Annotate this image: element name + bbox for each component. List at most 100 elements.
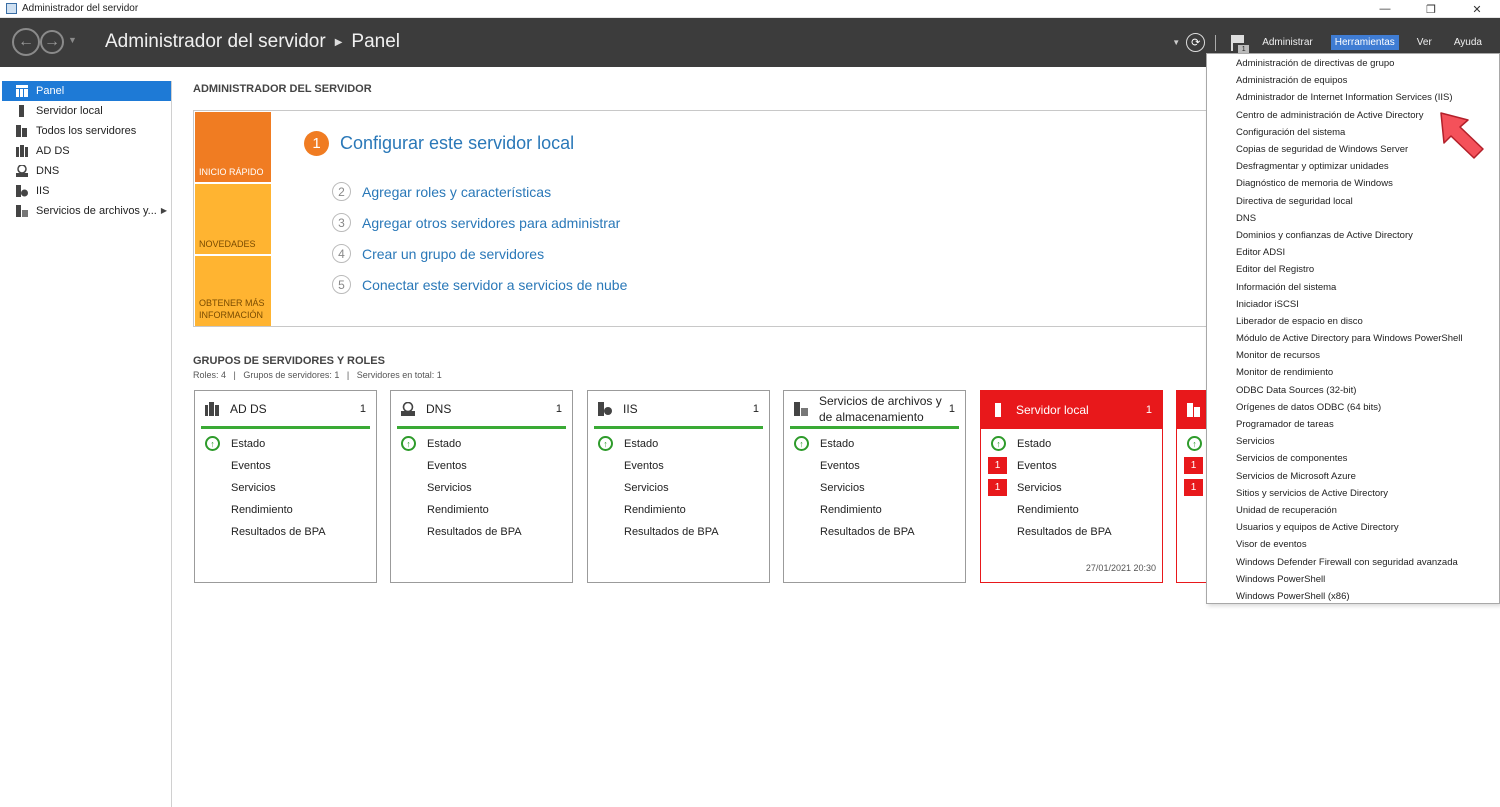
sidebar-item-servidor-local[interactable]: Servidor local [2,101,171,121]
card-header[interactable]: DNS 1 [397,391,566,429]
tools-menu-item[interactable]: Unidad de recuperación [1207,502,1499,519]
tile-novedades[interactable]: NOVEDADES [195,184,271,254]
tools-menu-item[interactable]: Visor de eventos [1207,536,1499,553]
card-title: Servidor local [1016,403,1089,417]
refresh-icon[interactable]: ⟳ [1186,33,1206,52]
card-header[interactable]: Servicios de archivos y de almacenamient… [790,391,959,429]
menu-administrar[interactable]: Administrar [1258,35,1317,50]
tools-menu-item[interactable]: Programador de tareas [1207,416,1499,433]
step-number: 4 [332,244,351,263]
tools-menu-item[interactable]: Directiva de seguridad local [1207,193,1499,210]
card-row-servicios[interactable]: Servicios [784,477,965,499]
forward-arrow-icon: → [44,33,60,50]
card-header[interactable]: Servidor local 1 [981,391,1162,429]
card-row-bpa[interactable]: Resultados de BPA [588,521,769,543]
menu-herramientas[interactable]: Herramientas [1330,35,1399,50]
restore-button[interactable]: ❐ [1408,0,1454,18]
card-row-estado[interactable]: ↑ Estado [588,433,769,455]
sidebar-item-panel[interactable]: Panel [2,81,171,101]
card-dns[interactable]: DNS 1 ↑ Estado Eventos Servicios Rendimie… [390,390,573,583]
card-row-estado[interactable]: ↑ Estado [981,433,1162,455]
tools-menu-item[interactable]: Administrador de Internet Information Se… [1207,89,1499,106]
sidebar-item-iis[interactable]: IIS [2,181,171,201]
tools-menu-item[interactable]: Servicios [1207,433,1499,450]
tools-menu-item[interactable]: DNS [1207,210,1499,227]
sidebar-item-todos-los-servidores[interactable]: Todos los servidores [2,121,171,141]
sidebar-item-dns[interactable]: DNS [2,161,171,181]
step-create-group[interactable]: 4 Crear un grupo de servidores [332,244,544,263]
tools-menu-item[interactable]: Windows Defender Firewall con seguridad … [1207,553,1499,570]
step-connect-cloud[interactable]: 5 Conectar este servidor a servicios de … [332,275,627,294]
tools-menu-item[interactable]: Sitios y servicios de Active Directory [1207,485,1499,502]
card-row-servicios[interactable]: Servicios [588,477,769,499]
card-row-rendimiento[interactable]: Rendimiento [195,499,376,521]
card-row-rendimiento[interactable]: Rendimiento [391,499,572,521]
tools-menu-item[interactable]: Administración de equipos [1207,72,1499,89]
sidebar-item-servicios-de-archivos[interactable]: Servicios de archivos y... ▶ [2,201,171,221]
history-dropdown-icon[interactable]: ▼ [68,35,77,45]
tools-menu-item[interactable]: Usuarios y equipos de Active Directory [1207,519,1499,536]
card-header[interactable]: IIS 1 [594,391,763,429]
tools-menu-item[interactable]: Módulo de Active Directory para Windows … [1207,330,1499,347]
card-ad-ds[interactable]: AD DS 1 ↑ Estado Eventos Servicios Rendim… [194,390,377,583]
card-iis[interactable]: IIS 1 ↑ Estado Eventos Servicios Rendimie… [587,390,770,583]
tools-menu-item[interactable]: Windows PowerShell (x86) [1207,588,1499,605]
tools-menu-item[interactable]: Orígenes de datos ODBC (64 bits) [1207,399,1499,416]
card-row-eventos[interactable]: Eventos [588,455,769,477]
card-servicios-de-archivos[interactable]: Servicios de archivos y de almacenamient… [783,390,966,583]
card-row-bpa[interactable]: Resultados de BPA [981,521,1162,543]
tile-inicio-rapido[interactable]: INICIO RÁPIDO [195,112,271,182]
tools-menu-item[interactable]: Editor ADSI [1207,244,1499,261]
step-label: Crear un grupo de servidores [362,245,545,262]
forward-button[interactable]: → [40,30,64,54]
card-row-eventos[interactable]: Eventos [784,455,965,477]
menu-ver[interactable]: Ver [1413,35,1436,50]
step-add-roles[interactable]: 2 Agregar roles y características [332,182,551,201]
card-row-servicios[interactable]: Servicios [195,477,376,499]
tools-menu-item[interactable]: Iniciador iSCSI [1207,296,1499,313]
tools-menu-item[interactable]: Diagnóstico de memoria de Windows [1207,175,1499,192]
row-label: Estado [1017,438,1052,450]
chevron-down-icon[interactable]: ▼ [1172,38,1180,47]
tools-menu-item[interactable]: Windows PowerShell [1207,571,1499,588]
card-row-eventos[interactable]: Eventos [195,455,376,477]
card-row-bpa[interactable]: Resultados de BPA [784,521,965,543]
card-row-bpa[interactable]: Resultados de BPA [391,521,572,543]
card-row-estado[interactable]: ↑ Estado [784,433,965,455]
tools-menu-item[interactable]: Administración de directivas de grupo [1207,55,1499,72]
configure-local-server-link[interactable]: Configurar este servidor local [340,133,574,154]
card-row-rendimiento[interactable]: Rendimiento [784,499,965,521]
tools-menu-item[interactable]: Información del sistema [1207,278,1499,295]
card-row-rendimiento[interactable]: Rendimiento [588,499,769,521]
step-add-servers[interactable]: 3 Agregar otros servidores para administ… [332,213,620,232]
card-servidor-local[interactable]: Servidor local 1 ↑ Estado 1 Eventos 1 Servi… [980,390,1163,583]
expand-arrow-icon[interactable]: ▶ [161,206,167,215]
tools-menu-item[interactable]: Monitor de rendimiento [1207,364,1499,381]
card-row-servicios[interactable]: 1 Servicios [981,477,1162,499]
tools-menu-item[interactable]: ODBC Data Sources (32-bit) [1207,382,1499,399]
tools-menu-item[interactable]: Servicios de Microsoft Azure [1207,468,1499,485]
card-title: DNS [426,401,452,416]
menu-ayuda[interactable]: Ayuda [1450,35,1486,50]
card-row-eventos[interactable]: 1 Eventos [981,455,1162,477]
tools-menu-item[interactable]: Liberador de espacio en disco [1207,313,1499,330]
tools-menu-item[interactable]: Monitor de recursos [1207,347,1499,364]
card-row-estado[interactable]: ↑ Estado [391,433,572,455]
tools-menu-item[interactable]: Servicios de componentes [1207,450,1499,467]
adds-icon [16,145,28,157]
sidebar-item-ad-ds[interactable]: AD DS [2,141,171,161]
notifications-flag-icon[interactable]: 1 [1228,33,1250,54]
card-row-bpa[interactable]: Resultados de BPA [195,521,376,543]
tools-menu-item[interactable]: Dominios y confianzas de Active Director… [1207,227,1499,244]
card-row-rendimiento[interactable]: Rendimiento [981,499,1162,521]
card-row-servicios[interactable]: Servicios [391,477,572,499]
back-button[interactable]: ← [12,28,40,56]
minimize-button[interactable]: — [1362,0,1408,18]
step-number: 5 [332,275,351,294]
tile-obtener-mas-informacion[interactable]: OBTENER MÁS INFORMACIÓN [195,256,271,326]
close-button[interactable]: ✕ [1454,0,1500,18]
tools-menu-item[interactable]: Editor del Registro [1207,261,1499,278]
card-row-eventos[interactable]: Eventos [391,455,572,477]
card-row-estado[interactable]: ↑ Estado [195,433,376,455]
card-header[interactable]: AD DS 1 [201,391,370,429]
